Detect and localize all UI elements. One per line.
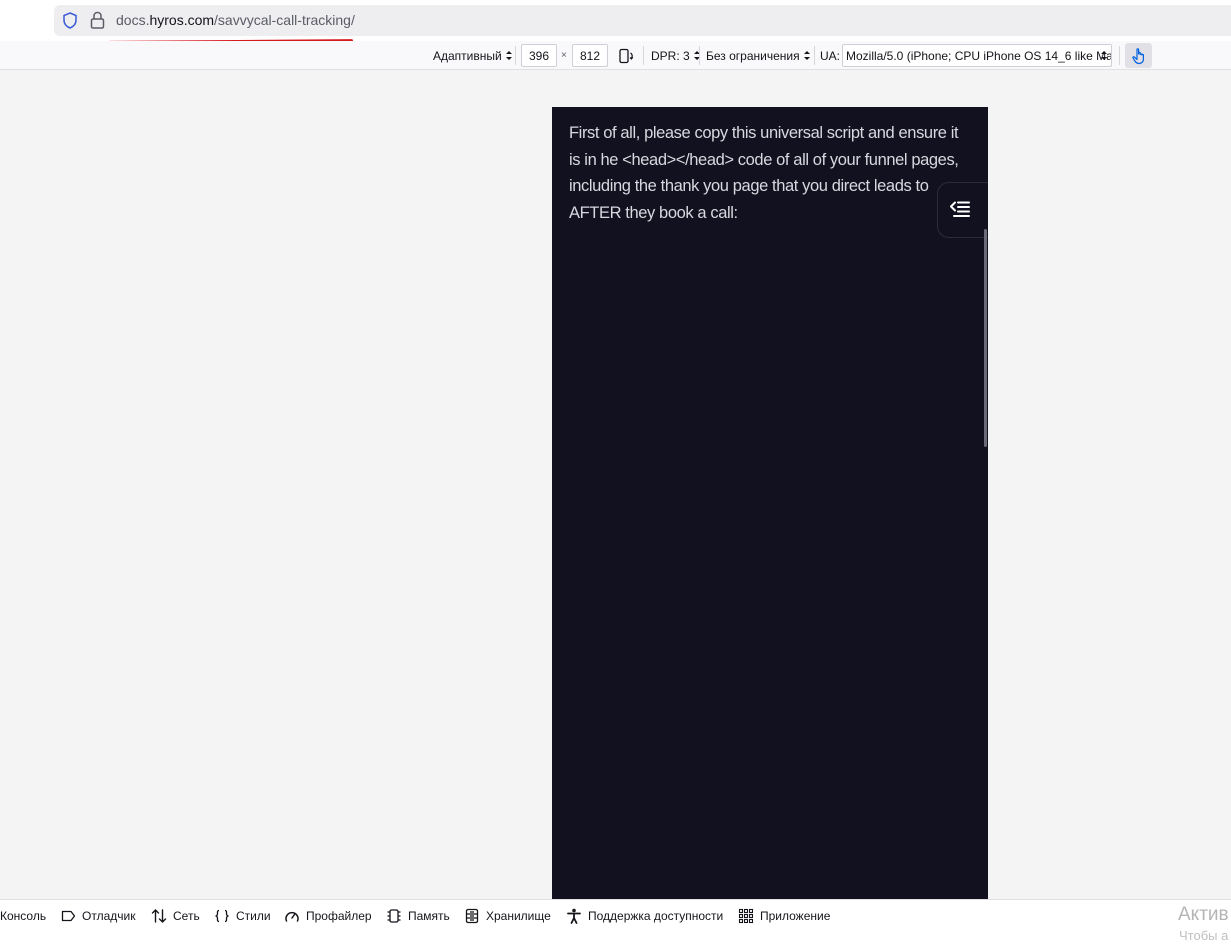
dpr-label: DPR: 3 <box>651 48 690 63</box>
select-arrows-icon <box>803 51 810 60</box>
table-of-contents-button[interactable] <box>937 182 988 238</box>
dimension-times: × <box>561 50 567 61</box>
tab-network-label: Сеть <box>173 909 200 923</box>
touch-simulation-button[interactable] <box>1125 43 1152 68</box>
touch-hand-icon <box>1131 47 1144 64</box>
page-scrollbar[interactable] <box>984 229 987 447</box>
devtools-tab-bar: Консоль Отладчик Сеть Стили Профайлер Па… <box>0 899 1231 945</box>
url-prefix: docs. <box>116 12 150 28</box>
viewport-width-input[interactable]: 396 <box>521 44 557 67</box>
toolbar-separator <box>643 46 644 65</box>
application-icon <box>738 908 754 924</box>
toolbar-separator <box>699 46 700 65</box>
tab-debugger[interactable]: Отладчик <box>61 907 135 925</box>
tab-accessibility[interactable]: Поддержка доступности <box>566 907 723 925</box>
page-paragraph: First of all, please copy this universal… <box>569 124 959 222</box>
toolbar-separator <box>515 46 516 65</box>
memory-icon <box>387 909 401 923</box>
toolbar-separator <box>814 46 815 65</box>
tab-application-label: Приложение <box>760 909 831 923</box>
tab-style-editor-label: Стили <box>236 909 271 923</box>
profiler-icon <box>285 911 299 922</box>
browser-toolbar: docs.hyros.com/savvycal-call-tracking/ <box>0 0 1231 41</box>
debugger-icon <box>61 910 76 922</box>
toolbar-separator <box>1119 46 1120 65</box>
tab-storage[interactable]: Хранилище <box>464 907 551 925</box>
device-selector-label: Адаптивный <box>433 48 502 63</box>
activation-watermark-subtitle: Чтобы а <box>1179 928 1229 943</box>
tab-profiler-label: Профайлер <box>306 909 372 923</box>
user-agent-input[interactable]: Mozilla/5.0 (iPhone; CPU iPhone OS 14_6 … <box>842 44 1112 67</box>
select-arrows-icon[interactable] <box>1100 50 1108 61</box>
tab-style-editor[interactable]: Стили <box>214 907 271 925</box>
network-throttling-selector[interactable]: Без ограничения <box>706 41 811 70</box>
tab-network[interactable]: Сеть <box>151 907 200 925</box>
url-path: /savvycal-call-tracking/ <box>214 12 355 28</box>
tab-profiler[interactable]: Профайлер <box>284 907 372 925</box>
activation-watermark-title: Актив <box>1178 904 1229 925</box>
user-agent-label: UA: <box>820 48 841 63</box>
tab-debugger-label: Отладчик <box>82 909 136 923</box>
style-editor-icon <box>215 909 229 923</box>
device-selector[interactable]: Адаптивный <box>433 41 513 70</box>
tab-storage-label: Хранилище <box>486 909 551 923</box>
url-text[interactable]: docs.hyros.com/savvycal-call-tracking/ <box>116 12 355 28</box>
select-arrows-icon <box>505 51 512 60</box>
rotate-device-icon <box>619 48 634 63</box>
rotate-viewport-button[interactable] <box>618 41 636 70</box>
user-agent-value: Mozilla/5.0 (iPhone; CPU iPhone OS 14_6 … <box>846 48 1111 63</box>
tab-accessibility-label: Поддержка доступности <box>588 909 724 923</box>
tab-memory-label: Память <box>408 909 450 923</box>
lock-icon[interactable] <box>90 11 105 29</box>
toc-menu-icon <box>950 201 970 217</box>
tab-console[interactable]: Консоль <box>0 907 46 925</box>
tracking-protection-shield-icon[interactable] <box>62 12 78 29</box>
tab-memory[interactable]: Память <box>386 907 450 925</box>
tab-console-label: Консоль <box>0 909 47 923</box>
tab-application[interactable]: Приложение <box>738 907 830 925</box>
accessibility-icon <box>567 908 581 924</box>
storage-icon <box>465 908 479 924</box>
throttling-label: Без ограничения <box>706 48 800 63</box>
dpr-selector[interactable]: DPR: 3 <box>651 41 701 70</box>
network-icon <box>151 909 167 923</box>
url-host: hyros.com <box>149 12 215 28</box>
responsive-design-toolbar: Адаптивный 396 × 812 DPR: 3 Без ограниче… <box>0 41 1231 70</box>
viewport-height-input[interactable]: 812 <box>572 44 608 67</box>
device-viewport[interactable]: First of all, please copy this universal… <box>552 107 988 899</box>
